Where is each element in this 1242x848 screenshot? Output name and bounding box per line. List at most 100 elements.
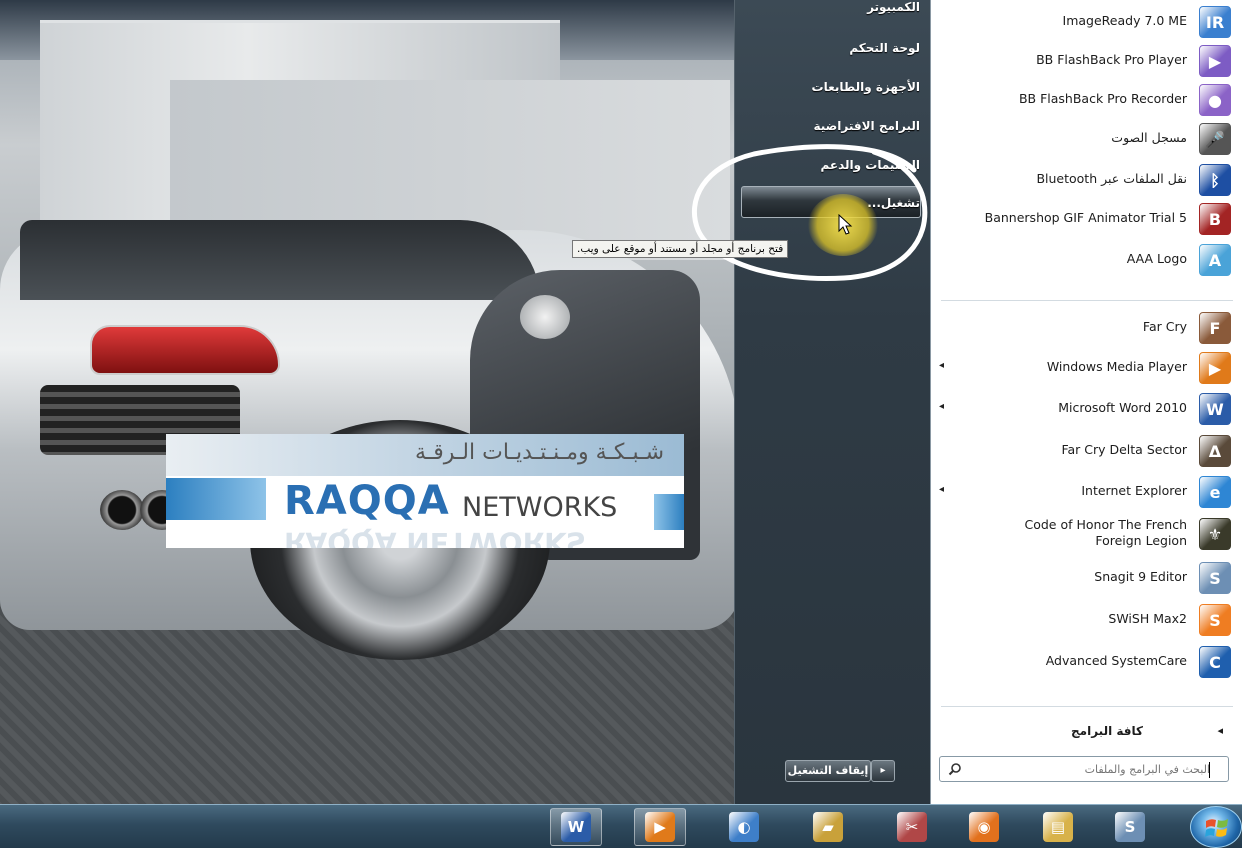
program-name: BB FlashBack Pro Player: [1036, 52, 1187, 67]
program-name-line: Foreign Legion: [1095, 533, 1187, 548]
internet-explorer-icon: e: [1199, 476, 1231, 508]
program-item[interactable]: AAA Logo A: [931, 240, 1242, 278]
search-box[interactable]: [939, 756, 1229, 782]
aaa-logo-icon: A: [1199, 244, 1231, 276]
watermark-blue-bar: [654, 494, 684, 530]
program-item[interactable]: نقل الملفات عبر Bluetooth ᛒ: [931, 160, 1242, 198]
start-menu: الكمبيوتر لوحة التحكم الأجهزة والطابعات …: [734, 0, 1242, 804]
program-name: AAA Logo: [1126, 251, 1187, 266]
raqqa-networks-watermark: شـبـكـة ومـنـتـديـات الـرقـة RAQQA NETWO…: [166, 434, 684, 548]
wallpaper-car-taillight: [90, 325, 280, 375]
program-item[interactable]: Advanced SystemCare C: [931, 642, 1242, 680]
text-caret: [1209, 762, 1210, 778]
submenu-arrow-icon[interactable]: ◂: [939, 360, 949, 374]
wallpaper-car-exhaust: [100, 490, 144, 530]
search-input[interactable]: [970, 759, 1210, 779]
programs-divider: [941, 706, 1233, 707]
all-programs-button[interactable]: ◂ كافة البرامج: [931, 716, 1242, 746]
bannershop-icon: B: [1199, 203, 1231, 235]
snipping-tool-icon: ✂: [897, 812, 927, 842]
imageready-icon: IR: [1199, 6, 1231, 38]
watermark-networks-text: NETWORKS: [462, 492, 618, 523]
microphone-icon: 🎤: [1199, 123, 1231, 155]
program-name-line: Code of Honor The French: [1024, 517, 1188, 532]
program-name: SWiSH Max2: [1108, 611, 1187, 626]
all-programs-label: كافة البرامج: [1071, 724, 1143, 738]
start-menu-places-pane: الكمبيوتر لوحة التحكم الأجهزة والطابعات …: [734, 0, 930, 804]
program-item[interactable]: Internet Explorer e ◂: [931, 472, 1242, 510]
firefox-icon: ◉: [969, 812, 999, 842]
program-item[interactable]: SWiSH Max2 S: [931, 600, 1242, 638]
search-icon: [948, 763, 961, 776]
menu-item-devices-printers[interactable]: الأجهزة والطابعات: [740, 74, 920, 100]
start-menu-programs-pane: ImageReady 7.0 ME IR BB FlashBack Pro Play…: [930, 0, 1242, 804]
watermark-arabic-text: شـبـكـة ومـنـتـديـات الـرقـة: [414, 440, 664, 465]
program-name: Far Cry: [1142, 319, 1187, 334]
menu-item-help-support[interactable]: التعليمات والدعم: [740, 152, 921, 178]
watermark-blue-bar: [166, 478, 266, 520]
wallpaper-car-window: [20, 220, 540, 300]
farcry-delta-icon: Δ: [1199, 435, 1231, 467]
program-name: Code of Honor The French Foreign Legion: [937, 517, 1188, 555]
program-item[interactable]: Snagit 9 Editor S: [931, 558, 1242, 596]
watermark-raqqa-text: RAQQA: [284, 478, 450, 524]
taskbar-button[interactable]: ✂: [886, 808, 938, 846]
flashback-recorder-icon: ●: [1199, 84, 1231, 116]
program-name: نقل الملفات عبر Bluetooth: [1036, 171, 1187, 186]
bluetooth-icon: ᛒ: [1199, 164, 1231, 196]
mouse-pointer-icon: [838, 214, 853, 235]
windows-logo-icon: [1205, 819, 1228, 837]
program-name: BB FlashBack Pro Recorder: [1018, 91, 1187, 106]
program-item[interactable]: BB FlashBack Pro Player ▶: [931, 41, 1242, 79]
swish-icon: S: [1199, 604, 1231, 636]
program-item[interactable]: Microsoft Word 2010 W ◂: [931, 389, 1242, 427]
programs-divider: [941, 300, 1233, 301]
farcry-icon: F: [1199, 312, 1231, 344]
program-name: Internet Explorer: [1081, 483, 1187, 498]
shutdown-button[interactable]: إيقاف التشغيل: [785, 760, 871, 782]
wallpaper-car-fuel-cap: [520, 295, 570, 339]
folder-icon: ▰: [813, 812, 843, 842]
systemcare-icon: C: [1199, 646, 1231, 678]
menu-item-default-programs[interactable]: البرامج الافتراضية: [740, 113, 920, 139]
shutdown-options-arrow[interactable]: ▸: [871, 760, 895, 782]
program-item[interactable]: ImageReady 7.0 ME IR: [931, 2, 1242, 40]
taskbar: W ▶ ◐ ▰ ✂ ◉ ▤ S: [0, 804, 1242, 848]
library-folder-icon: ▤: [1043, 812, 1073, 842]
code-of-honor-icon: ⚜: [1199, 518, 1231, 550]
taskbar-button[interactable]: W: [550, 808, 602, 846]
program-name: Snagit 9 Editor: [1094, 569, 1187, 584]
taskbar-button[interactable]: ◉: [958, 808, 1010, 846]
program-item[interactable]: Far Cry Delta Sector Δ: [931, 431, 1242, 469]
taskbar-button[interactable]: ▰: [802, 808, 854, 846]
watermark-reflection: RAQQA NETWORKS: [284, 526, 587, 548]
program-item[interactable]: Windows Media Player ▶ ◂: [931, 348, 1242, 386]
program-item[interactable]: Bannershop GIF Animator Trial 5 B: [931, 199, 1242, 237]
program-name: Advanced SystemCare: [1045, 653, 1187, 668]
program-item[interactable]: Code of Honor The French Foreign Legion ⚜: [931, 514, 1242, 552]
word-icon: W: [1199, 393, 1231, 425]
program-name: مسجل الصوت: [1111, 130, 1187, 145]
run-tooltip: فتح برنامج أو مجلد أو مستند أو موقع على …: [572, 240, 789, 258]
taskbar-button[interactable]: S: [1104, 808, 1156, 846]
taskbar-button[interactable]: ▤: [1032, 808, 1084, 846]
program-item[interactable]: BB FlashBack Pro Recorder ●: [931, 80, 1242, 118]
snagit-icon: S: [1199, 562, 1231, 594]
taskbar-button[interactable]: ▶: [634, 808, 686, 846]
media-player-icon: ▶: [1199, 352, 1231, 384]
program-name: Bannershop GIF Animator Trial 5: [984, 210, 1187, 225]
program-item[interactable]: مسجل الصوت 🎤: [931, 119, 1242, 157]
program-name: Far Cry Delta Sector: [1061, 442, 1187, 457]
snagit-icon: S: [1115, 812, 1145, 842]
flashback-player-icon: ▶: [1199, 45, 1231, 77]
submenu-arrow-icon[interactable]: ◂: [939, 401, 949, 415]
program-name: Windows Media Player: [1046, 359, 1187, 374]
menu-item-computer[interactable]: الكمبيوتر: [740, 0, 920, 20]
menu-item-control-panel[interactable]: لوحة التحكم: [740, 35, 920, 61]
taskbar-button[interactable]: ◐: [718, 808, 770, 846]
start-button[interactable]: [1190, 806, 1242, 848]
submenu-arrow-icon[interactable]: ◂: [939, 484, 949, 498]
word-icon: W: [561, 812, 591, 842]
chevron-left-icon: ◂: [1217, 724, 1223, 737]
program-item[interactable]: Far Cry F: [931, 308, 1242, 346]
